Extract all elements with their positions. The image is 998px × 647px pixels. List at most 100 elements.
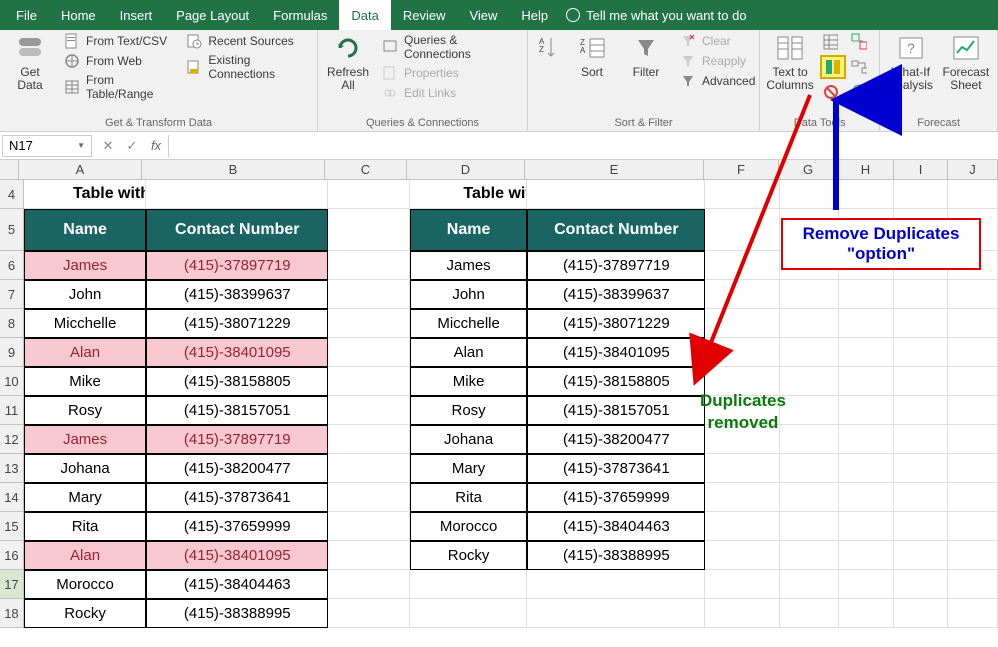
cell-A11[interactable]: Rosy [24, 396, 146, 425]
row-header-16[interactable]: 16 [0, 541, 24, 570]
cancel-formula-button[interactable]: ✕ [96, 132, 120, 159]
row-header-17[interactable]: 17 [0, 570, 24, 599]
cell-I16[interactable] [894, 541, 948, 570]
row-header-10[interactable]: 10 [0, 367, 24, 396]
cell-D5[interactable]: Name [410, 209, 527, 251]
cell-J18[interactable] [948, 599, 998, 628]
cell-A10[interactable]: Mike [24, 367, 146, 396]
cell-F6[interactable] [705, 251, 780, 280]
cell-E4[interactable] [527, 180, 705, 209]
cell-B15[interactable]: (415)-37659999 [146, 512, 328, 541]
cell-E13[interactable]: (415)-37873641 [527, 454, 705, 483]
cell-D12[interactable]: Johana [410, 425, 527, 454]
column-header-C[interactable]: C [325, 160, 407, 179]
cell-F7[interactable] [705, 280, 780, 309]
cell-F15[interactable] [705, 512, 780, 541]
cell-B6[interactable]: (415)-37897719 [146, 251, 328, 280]
cell-J13[interactable] [948, 454, 998, 483]
cell-C4[interactable] [328, 180, 410, 209]
cell-E16[interactable]: (415)-38388995 [527, 541, 705, 570]
cell-A14[interactable]: Mary [24, 483, 146, 512]
cell-J17[interactable] [948, 570, 998, 599]
column-header-A[interactable]: A [19, 160, 142, 179]
refresh-all-button[interactable]: Refresh All [324, 32, 372, 94]
cell-A12[interactable]: James [24, 425, 146, 454]
enter-formula-button[interactable]: ✓ [120, 132, 144, 159]
menu-tab-insert[interactable]: Insert [108, 0, 165, 30]
remove-duplicates-button[interactable] [820, 55, 846, 79]
cell-A15[interactable]: Rita [24, 512, 146, 541]
cell-J16[interactable] [948, 541, 998, 570]
column-header-E[interactable]: E [525, 160, 704, 179]
cell-J11[interactable] [948, 396, 998, 425]
cell-D10[interactable]: Mike [410, 367, 527, 396]
name-box[interactable]: N17▼ [2, 135, 92, 157]
relationships-button[interactable] [849, 55, 875, 79]
cell-C12[interactable] [328, 425, 410, 454]
cell-B11[interactable]: (415)-38157051 [146, 396, 328, 425]
cell-D15[interactable]: Morocco [410, 512, 527, 541]
cell-J10[interactable] [948, 367, 998, 396]
cell-J12[interactable] [948, 425, 998, 454]
cell-C9[interactable] [328, 338, 410, 367]
menu-tab-formulas[interactable]: Formulas [261, 0, 339, 30]
cell-C10[interactable] [328, 367, 410, 396]
cell-H17[interactable] [839, 570, 895, 599]
cell-E14[interactable]: (415)-37659999 [527, 483, 705, 512]
cell-C18[interactable] [328, 599, 410, 628]
menu-tab-home[interactable]: Home [49, 0, 108, 30]
consolidate-button[interactable] [849, 32, 875, 52]
cell-H10[interactable] [839, 367, 895, 396]
cell-B12[interactable]: (415)-37897719 [146, 425, 328, 454]
cell-A9[interactable]: Alan [24, 338, 146, 367]
cell-D17[interactable] [410, 570, 527, 599]
cell-F17[interactable] [705, 570, 780, 599]
cell-F4[interactable] [705, 180, 780, 209]
insert-function-button[interactable]: fx [144, 132, 168, 159]
select-all-corner[interactable] [0, 160, 19, 179]
cell-A6[interactable]: James [24, 251, 146, 280]
row-header-11[interactable]: 11 [0, 396, 24, 425]
cell-C14[interactable] [328, 483, 410, 512]
cell-G16[interactable] [780, 541, 839, 570]
cell-I18[interactable] [894, 599, 948, 628]
cell-E10[interactable]: (415)-38158805 [527, 367, 705, 396]
cell-B10[interactable]: (415)-38158805 [146, 367, 328, 396]
menu-tab-view[interactable]: View [457, 0, 509, 30]
cell-E5[interactable]: Contact Number [527, 209, 705, 251]
cell-I14[interactable] [894, 483, 948, 512]
cell-H7[interactable] [839, 280, 895, 309]
cell-E17[interactable] [527, 570, 705, 599]
from-web-button[interactable]: From Web [60, 52, 176, 70]
row-header-8[interactable]: 8 [0, 309, 24, 338]
menu-tab-file[interactable]: File [4, 0, 49, 30]
row-header-6[interactable]: 6 [0, 251, 24, 280]
cell-A17[interactable]: Morocco [24, 570, 146, 599]
cell-E7[interactable]: (415)-38399637 [527, 280, 705, 309]
cell-I10[interactable] [894, 367, 948, 396]
cell-E15[interactable]: (415)-38404463 [527, 512, 705, 541]
cell-D14[interactable]: Rita [410, 483, 527, 512]
recent-sources-button[interactable]: Recent Sources [182, 32, 311, 50]
cell-A7[interactable]: John [24, 280, 146, 309]
chevron-down-icon[interactable]: ▼ [77, 141, 85, 150]
column-header-H[interactable]: H [838, 160, 894, 179]
cell-A13[interactable]: Johana [24, 454, 146, 483]
cell-C7[interactable] [328, 280, 410, 309]
cell-H18[interactable] [839, 599, 895, 628]
cell-I9[interactable] [894, 338, 948, 367]
cell-D4[interactable]: Table with Unique values [410, 180, 527, 209]
cell-E9[interactable]: (415)-38401095 [527, 338, 705, 367]
cell-A8[interactable]: Micchelle [24, 309, 146, 338]
row-header-9[interactable]: 9 [0, 338, 24, 367]
column-header-G[interactable]: G [779, 160, 838, 179]
cell-C6[interactable] [328, 251, 410, 280]
from-text-csv-button[interactable]: From Text/CSV [60, 32, 176, 50]
cell-C16[interactable] [328, 541, 410, 570]
cell-B17[interactable]: (415)-38404463 [146, 570, 328, 599]
cell-I12[interactable] [894, 425, 948, 454]
column-header-D[interactable]: D [407, 160, 525, 179]
cell-F14[interactable] [705, 483, 780, 512]
cell-E6[interactable]: (415)-37897719 [527, 251, 705, 280]
cell-B13[interactable]: (415)-38200477 [146, 454, 328, 483]
